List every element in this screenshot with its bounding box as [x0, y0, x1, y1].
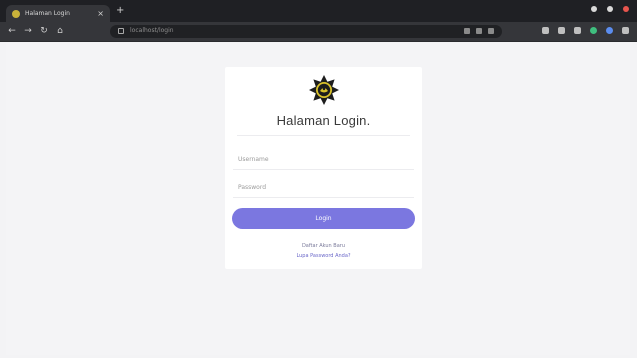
profile-icon[interactable]: [606, 27, 613, 34]
address-bar[interactable]: localhost/login: [110, 25, 502, 38]
reload-icon[interactable]: ↻: [38, 25, 50, 37]
menu-icon[interactable]: [622, 27, 629, 34]
extension-icon[interactable]: [558, 27, 565, 34]
divider: [237, 135, 410, 136]
emblem-logo-icon: [309, 75, 339, 105]
tab-title: Halaman Login: [25, 10, 70, 17]
page-title: Halaman Login.: [276, 113, 371, 128]
address-bar-actions: [464, 28, 494, 34]
zoom-icon[interactable]: [464, 28, 470, 34]
address-url: localhost/login: [130, 27, 174, 34]
password-field[interactable]: [233, 178, 414, 198]
share-icon[interactable]: [476, 28, 482, 34]
new-tab-icon[interactable]: +: [116, 6, 124, 16]
home-icon[interactable]: ⌂: [54, 25, 66, 37]
username-field[interactable]: [233, 150, 414, 170]
tab-close-icon[interactable]: ×: [97, 9, 104, 18]
bookmark-icon[interactable]: [488, 28, 494, 34]
maximize-icon[interactable]: [607, 6, 613, 12]
page-viewport: Halaman Login. Login Daftar Akun Baru Lu…: [6, 43, 630, 355]
download-icon[interactable]: [542, 27, 549, 34]
favicon-icon: [12, 9, 20, 18]
screen: Halaman Login × + ← → ↻ ⌂ localhost/logi…: [0, 0, 637, 358]
window-controls: [591, 6, 629, 12]
close-window-icon[interactable]: [623, 6, 629, 12]
minimize-icon[interactable]: [591, 6, 597, 12]
forgot-password-link[interactable]: Lupa Password Anda?: [225, 253, 422, 259]
browser-tab-bar: Halaman Login × +: [0, 0, 637, 22]
extension-green-icon[interactable]: [590, 27, 597, 34]
lock-icon: [118, 28, 124, 34]
browser-tab[interactable]: Halaman Login ×: [6, 5, 110, 22]
login-button[interactable]: Login: [232, 208, 415, 229]
extensions-area: [542, 27, 629, 34]
back-icon[interactable]: ←: [6, 25, 18, 37]
browser-toolbar: ← → ↻ ⌂ localhost/login: [0, 22, 637, 42]
login-card: Halaman Login. Login Daftar Akun Baru Lu…: [225, 67, 422, 269]
register-link[interactable]: Daftar Akun Baru: [225, 243, 422, 249]
forward-icon[interactable]: →: [22, 25, 34, 37]
sidebar-icon[interactable]: [574, 27, 581, 34]
